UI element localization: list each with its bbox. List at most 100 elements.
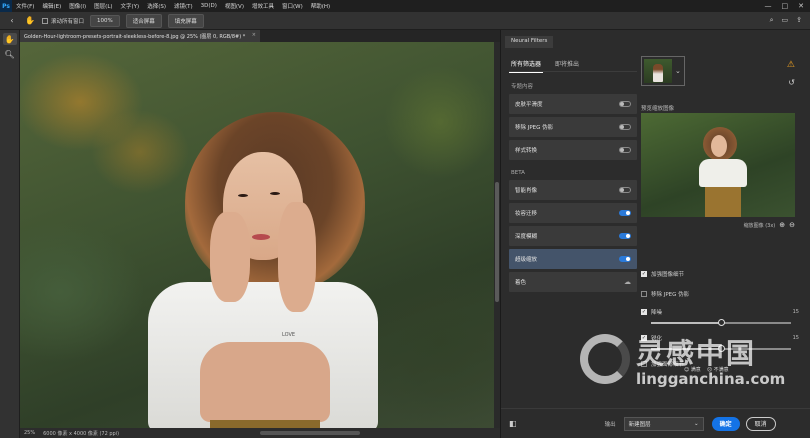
filter-colorize[interactable]: 着色 ☁ <box>509 272 637 292</box>
tab-all-filters[interactable]: 所有筛选器 <box>509 55 544 73</box>
zoom-100-button[interactable]: 100% <box>90 14 120 27</box>
slider-knob[interactable] <box>717 319 725 326</box>
zoom-hint: 缩放图像 (3x) <box>743 222 776 229</box>
menu-edit[interactable]: 编辑(E) <box>38 2 65 10</box>
chevron-down-icon: ⌄ <box>693 420 699 427</box>
cloud-download-icon[interactable]: ☁ <box>624 278 631 286</box>
scroll-all-checkbox[interactable] <box>42 17 48 24</box>
tools-panel: ✋ 🔍︎ <box>0 30 20 438</box>
photoshop-logo[interactable]: Ps <box>0 0 12 12</box>
photo-skirt <box>210 420 320 428</box>
option-label: 移除 JPEG 伪影 <box>651 292 690 298</box>
filter-label: 样式转换 <box>515 148 538 154</box>
chevron-down-icon[interactable]: ⌄ <box>675 67 681 75</box>
hand-tool-icon[interactable]: ✋ <box>24 16 36 25</box>
noise-reduction-checkbox[interactable]: ✓ <box>641 309 647 315</box>
menu-image[interactable]: 图像(I) <box>65 2 90 10</box>
filter-toggle[interactable] <box>619 124 631 130</box>
filter-skin-smoothing[interactable]: 皮肤平滑度 <box>509 94 637 114</box>
tab-coming-soon[interactable]: 即将推出 <box>553 55 581 72</box>
zoom-out-icon[interactable]: ⊖ <box>789 221 795 229</box>
hand-icon[interactable]: ✋ <box>2 33 17 45</box>
document-canvas[interactable]: LOVE <box>20 42 494 428</box>
slider-fill <box>651 322 721 324</box>
noise-reduction-value: 15 <box>792 309 799 315</box>
scrollbar-thumb[interactable] <box>495 182 499 302</box>
back-arrow-icon[interactable]: ‹ <box>6 16 18 25</box>
document-tab[interactable]: Golden-Hour-lightroom-presets-portrait-s… <box>20 30 260 42</box>
ok-button[interactable]: 确定 <box>711 416 740 431</box>
status-zoom[interactable]: 25% <box>24 430 35 436</box>
scroll-all-windows-option[interactable]: 滚动所有窗口 <box>42 17 84 25</box>
warning-icon[interactable]: ⚠ <box>787 60 795 70</box>
zoom-tool-icon[interactable]: 🔍︎ <box>3 48 17 60</box>
option-remove-jpeg[interactable]: 移除 JPEG 伪影 <box>641 290 799 298</box>
option-enhance-detail[interactable]: ✓ 加强图像细节 <box>641 270 799 278</box>
unsatisfied-button[interactable]: ☹ 不满意 <box>707 366 729 373</box>
filter-toggle[interactable] <box>619 101 631 107</box>
section-beta-label: BETA <box>511 170 525 176</box>
close-tab-icon[interactable]: × <box>252 32 256 38</box>
document-tab-title: Golden-Hour-lightroom-presets-portrait-s… <box>24 34 246 40</box>
option-noise-reduction[interactable]: ✓ 降噪 15 <box>641 308 799 316</box>
menu-layer[interactable]: 图层(L) <box>90 2 116 10</box>
reset-icon[interactable]: ↺ <box>788 78 795 87</box>
watermark: 灵感中国 lingganchina.com ☺ 满意 ☹ 不满意 <box>580 330 790 400</box>
photo-hand-right <box>278 202 316 312</box>
filter-jpeg-artifacts[interactable]: 移除 JPEG 伪影 <box>509 117 637 137</box>
search-icon[interactable]: ⌕ <box>770 16 774 25</box>
menu-bar: Ps 文件(F) 编辑(E) 图像(I) 图层(L) 文字(Y) 选择(S) 滤… <box>0 0 810 12</box>
zoom-preview-image[interactable] <box>641 113 795 217</box>
minimize-icon[interactable]: — <box>765 2 772 10</box>
menu-plugins[interactable]: 增效工具 <box>248 2 278 10</box>
menu-select[interactable]: 选择(S) <box>143 2 170 10</box>
fit-screen-button[interactable]: 适合屏幕 <box>125 13 162 28</box>
filter-toggle[interactable] <box>619 187 631 193</box>
filter-makeup-transfer[interactable]: 妆容迁移 <box>509 203 637 223</box>
share-icon[interactable]: ⇪ <box>796 16 802 25</box>
menu-view[interactable]: 视图(V) <box>221 2 248 10</box>
filter-label: 移除 JPEG 伪影 <box>515 125 554 131</box>
output-select[interactable]: 新建图层 ⌄ <box>623 416 704 431</box>
sharpen-value: 15 <box>792 335 799 341</box>
filter-toggle[interactable] <box>619 147 631 153</box>
menu-3d[interactable]: 3D(D) <box>197 3 221 9</box>
option-label: 加强图像细节 <box>651 272 685 278</box>
menu-help[interactable]: 帮助(H) <box>307 2 334 10</box>
layers-icon[interactable]: ◧ <box>509 419 517 428</box>
noise-reduction-slider[interactable] <box>651 319 791 326</box>
menu-file[interactable]: 文件(F) <box>12 2 38 10</box>
options-bar: ‹ ✋ 滚动所有窗口 100% 适合屏幕 填充屏幕 ⌕ ▭ ⇪ <box>0 12 810 30</box>
menu-window[interactable]: 窗口(W) <box>278 2 307 10</box>
filter-smart-portrait[interactable]: 智能肖像 <box>509 180 637 200</box>
satisfied-button[interactable]: ☺ 满意 <box>684 366 701 373</box>
filter-style-transfer[interactable]: 样式转换 <box>509 140 637 160</box>
preview-thumbnail <box>644 59 672 83</box>
photo-hand-left <box>210 212 250 302</box>
menu-filter[interactable]: 滤镜(T) <box>170 2 197 10</box>
filter-label: 着色 <box>515 280 527 286</box>
enhance-detail-checkbox[interactable]: ✓ <box>641 271 647 277</box>
fill-screen-button[interactable]: 填充屏幕 <box>167 13 204 28</box>
filter-label: 妆容迁移 <box>515 211 538 217</box>
close-icon[interactable]: ✕ <box>798 2 804 10</box>
filter-depth-blur[interactable]: 深度模糊 <box>509 226 637 246</box>
filter-super-zoom[interactable]: 超级缩放 <box>509 249 637 269</box>
filter-toggle[interactable] <box>619 233 631 239</box>
filter-toggle[interactable] <box>619 256 631 262</box>
menu-type[interactable]: 文字(Y) <box>117 2 144 10</box>
zoom-in-icon[interactable]: ⊕ <box>779 221 785 229</box>
preview-label: 预览缩放图像 <box>641 106 675 112</box>
workspace-icon[interactable]: ▭ <box>782 16 789 25</box>
scroll-all-label: 滚动所有窗口 <box>51 18 85 25</box>
filter-label: 智能肖像 <box>515 188 538 194</box>
options-right-icons: ⌕ ▭ ⇪ <box>770 16 810 25</box>
remove-jpeg-checkbox[interactable] <box>641 291 647 297</box>
cancel-button[interactable]: 取消 <box>745 416 776 431</box>
preview-thumbnail-select[interactable]: ⌄ <box>641 56 685 86</box>
filter-toggle[interactable] <box>619 210 631 216</box>
maximize-icon[interactable]: □ <box>782 2 789 10</box>
document-tab-bar: Golden-Hour-lightroom-presets-portrait-s… <box>20 30 500 42</box>
canvas-horizontal-scrollbar[interactable] <box>260 431 360 435</box>
watermark-logo-icon <box>580 334 630 384</box>
